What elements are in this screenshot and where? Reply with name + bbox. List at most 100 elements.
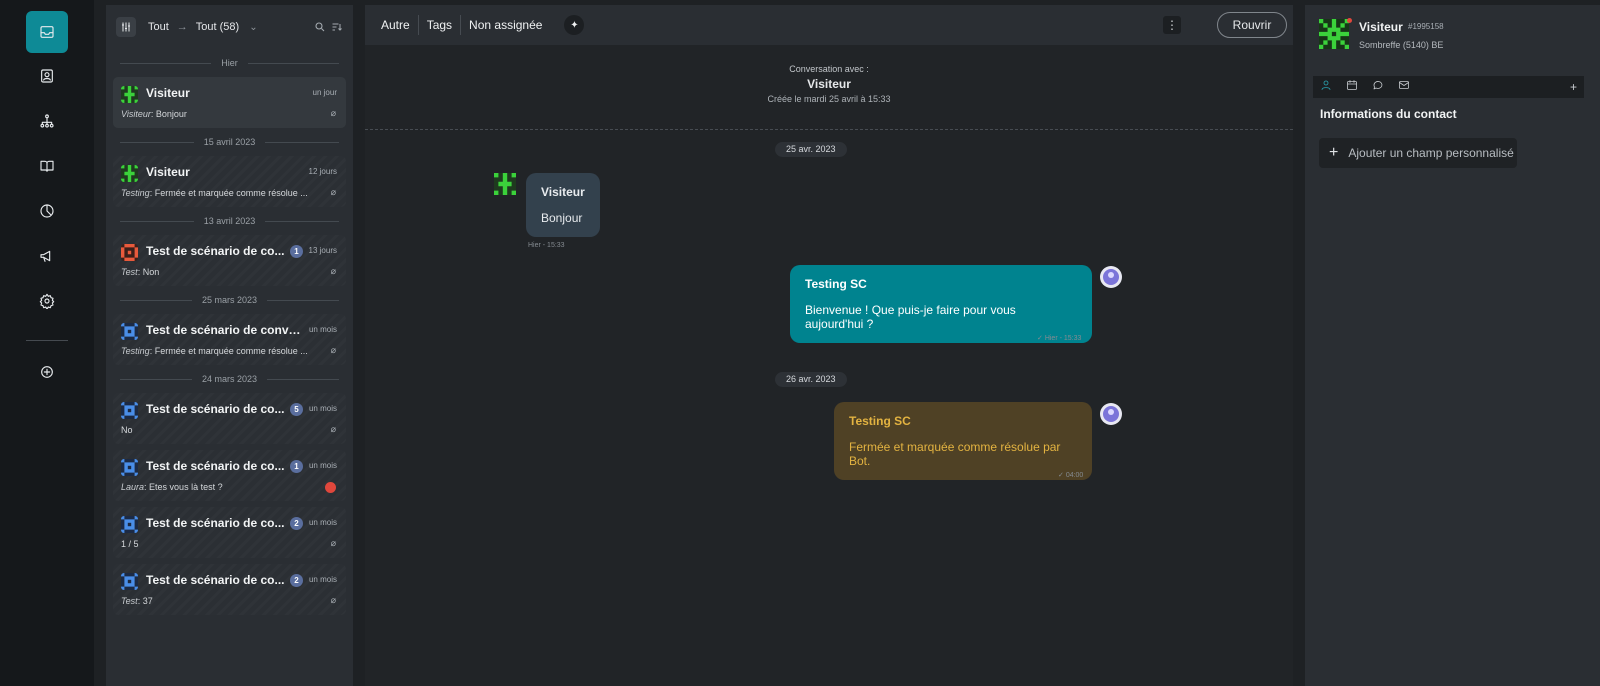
chat-bubble-icon: [1373, 81, 1383, 90]
conversation-preview: Laura: Etes vous là test ?: [121, 482, 223, 492]
settings-button[interactable]: [26, 280, 68, 322]
tab-calendar[interactable]: [1346, 78, 1358, 96]
rail-divider: [26, 340, 68, 341]
sliders-icon: [122, 22, 130, 32]
inbox-button[interactable]: [26, 11, 68, 53]
reopen-button[interactable]: Rouvrir: [1217, 12, 1287, 38]
date-separator: 15 avril 2023: [106, 128, 353, 156]
intro-divider: [365, 129, 1293, 130]
assignee-menu[interactable]: Non assignée: [461, 15, 550, 35]
more-options-button[interactable]: ⋮: [1163, 16, 1181, 34]
conversation-item[interactable]: Test de scénario de conver... un mois Te…: [113, 314, 346, 365]
search-icon[interactable]: [314, 21, 326, 33]
date-separator: Hier: [106, 49, 353, 77]
user-icon: [1321, 80, 1331, 90]
unread-badge: 1: [290, 245, 303, 258]
message-text: Bienvenue ! Que puis-je faire pour vous …: [805, 303, 1016, 331]
conversation-name: Test de scénario de conver...: [146, 323, 301, 337]
conversation-item[interactable]: Test de scénario de co... 2 un mois Test…: [113, 564, 346, 615]
reports-button[interactable]: [26, 190, 68, 232]
plus-icon[interactable]: +: [1570, 80, 1577, 94]
contact-info-title: Informations du contact: [1320, 107, 1457, 121]
conversation-item[interactable]: Test de scénario de co... 2 un mois 1 / …: [113, 507, 346, 558]
sort-icon[interactable]: [331, 21, 343, 33]
conversation-time: un jour: [312, 88, 337, 97]
mail-icon: [1399, 81, 1409, 89]
settings-icon: [39, 293, 55, 309]
filters-button[interactable]: [116, 17, 136, 37]
contact-panel: Visiteur #1995158 Sombreffe (5140) BE + …: [1305, 5, 1600, 686]
conversation-preview: Test: Non: [121, 267, 160, 277]
conversation-panel: Autre Tags Non assignée ✦ ⋮ Rouvrir Conv…: [365, 5, 1293, 686]
tab-conversations[interactable]: [1372, 78, 1384, 96]
contacts-button[interactable]: [26, 55, 68, 97]
conversation-name: Test de scénario de co...: [146, 459, 285, 473]
identicon-avatar: [121, 244, 138, 261]
conversation-item[interactable]: Test de scénario de co... 1 13 jours Tes…: [113, 235, 346, 286]
tags-menu[interactable]: Tags: [419, 15, 462, 35]
knowledge-base-button[interactable]: [26, 145, 68, 187]
conversation-toolbar: Autre Tags Non assignée ✦ ⋮ Rouvrir: [365, 5, 1293, 45]
contact-name: Visiteur: [1359, 20, 1403, 34]
tab-email[interactable]: [1398, 78, 1410, 96]
hierarchy-icon: [40, 114, 54, 128]
conversation-list: Tout → Tout (58) ⌄ Hier Visiteur un jour…: [106, 5, 353, 686]
conversation-item[interactable]: Test de scénario de co... 5 un mois No ⌀: [113, 393, 346, 444]
identicon-avatar: [121, 86, 138, 103]
unread-badge: 5: [290, 403, 303, 416]
conversation-name: Test de scénario de co...: [146, 402, 285, 416]
date-chip: 26 avr. 2023: [775, 372, 847, 387]
conversation-item[interactable]: Visiteur un jour Visiteur: Bonjour ⌀: [113, 77, 346, 128]
identicon-avatar: [121, 165, 138, 182]
identicon-avatar: [494, 173, 516, 195]
identicon-avatar: [121, 459, 138, 476]
conversation-name: Test de scénario de co...: [146, 573, 285, 587]
unassigned-icon: ⌀: [330, 266, 336, 276]
filter-to[interactable]: Tout (58): [196, 21, 239, 33]
tab-contact[interactable]: [1320, 78, 1332, 96]
unassigned-icon: ⌀: [330, 538, 336, 548]
filter-from[interactable]: Tout: [148, 21, 169, 33]
flows-button[interactable]: [26, 100, 68, 142]
megaphone-icon: [40, 250, 51, 262]
list-header: Tout → Tout (58) ⌄: [106, 5, 353, 49]
calendar-icon: [1347, 80, 1357, 90]
add-circle-icon: [41, 366, 53, 378]
identicon-avatar: [121, 516, 138, 533]
date-separator: 24 mars 2023: [106, 365, 353, 393]
unread-badge: 2: [290, 517, 303, 530]
profile-tabs: +: [1313, 76, 1584, 98]
unassigned-icon: ⌀: [330, 345, 336, 355]
campaigns-button[interactable]: [26, 235, 68, 277]
conversation-time: un mois: [308, 575, 337, 584]
sparkle-button[interactable]: ✦: [564, 15, 585, 35]
message-text: Fermée et marquée comme résolue par Bot.: [849, 440, 1061, 468]
chevron-down-icon[interactable]: ⌄: [249, 22, 257, 33]
conversation-name: Visiteur: [146, 165, 190, 179]
conversation-item[interactable]: Visiteur 12 jours Testing: Fermée et mar…: [113, 156, 346, 207]
add-custom-field-button[interactable]: + Ajouter un champ personnalisé: [1319, 138, 1517, 168]
message-meta: Hier - 15:33: [528, 242, 565, 249]
identicon-avatar: [1319, 19, 1349, 49]
date-separator: 13 avril 2023: [106, 207, 353, 235]
contacts-icon: [41, 69, 53, 83]
add-workspace-button[interactable]: [26, 351, 68, 393]
unassigned-icon: ⌀: [330, 108, 336, 118]
status-menu[interactable]: Autre: [373, 15, 419, 35]
conversation-item[interactable]: Test de scénario de co... 1 un mois Laur…: [113, 450, 346, 501]
bot-avatar-icon: [1100, 266, 1122, 288]
conversation-preview: 1 / 5: [121, 539, 139, 549]
system-note-message: Testing SC Fermée et marquée comme résol…: [834, 402, 1092, 480]
online-status-dot: [1347, 18, 1352, 23]
date-separator: 25 mars 2023: [106, 286, 353, 314]
conversation-preview: Test: 37: [121, 596, 153, 606]
unread-badge: 2: [290, 574, 303, 587]
conversation-time: 13 jours: [308, 246, 337, 255]
intro-contact-name: Visiteur: [807, 77, 851, 91]
contact-id: #1995158: [1408, 22, 1444, 31]
chart-pie-icon: [40, 204, 54, 218]
message-author: Testing SC: [849, 414, 911, 428]
conversation-intro: Conversation avec : Visiteur Créée le ma…: [365, 64, 1293, 104]
identicon-avatar: [121, 323, 138, 340]
intro-created-date: Créée le mardi 25 avril à 15:33: [767, 94, 891, 104]
